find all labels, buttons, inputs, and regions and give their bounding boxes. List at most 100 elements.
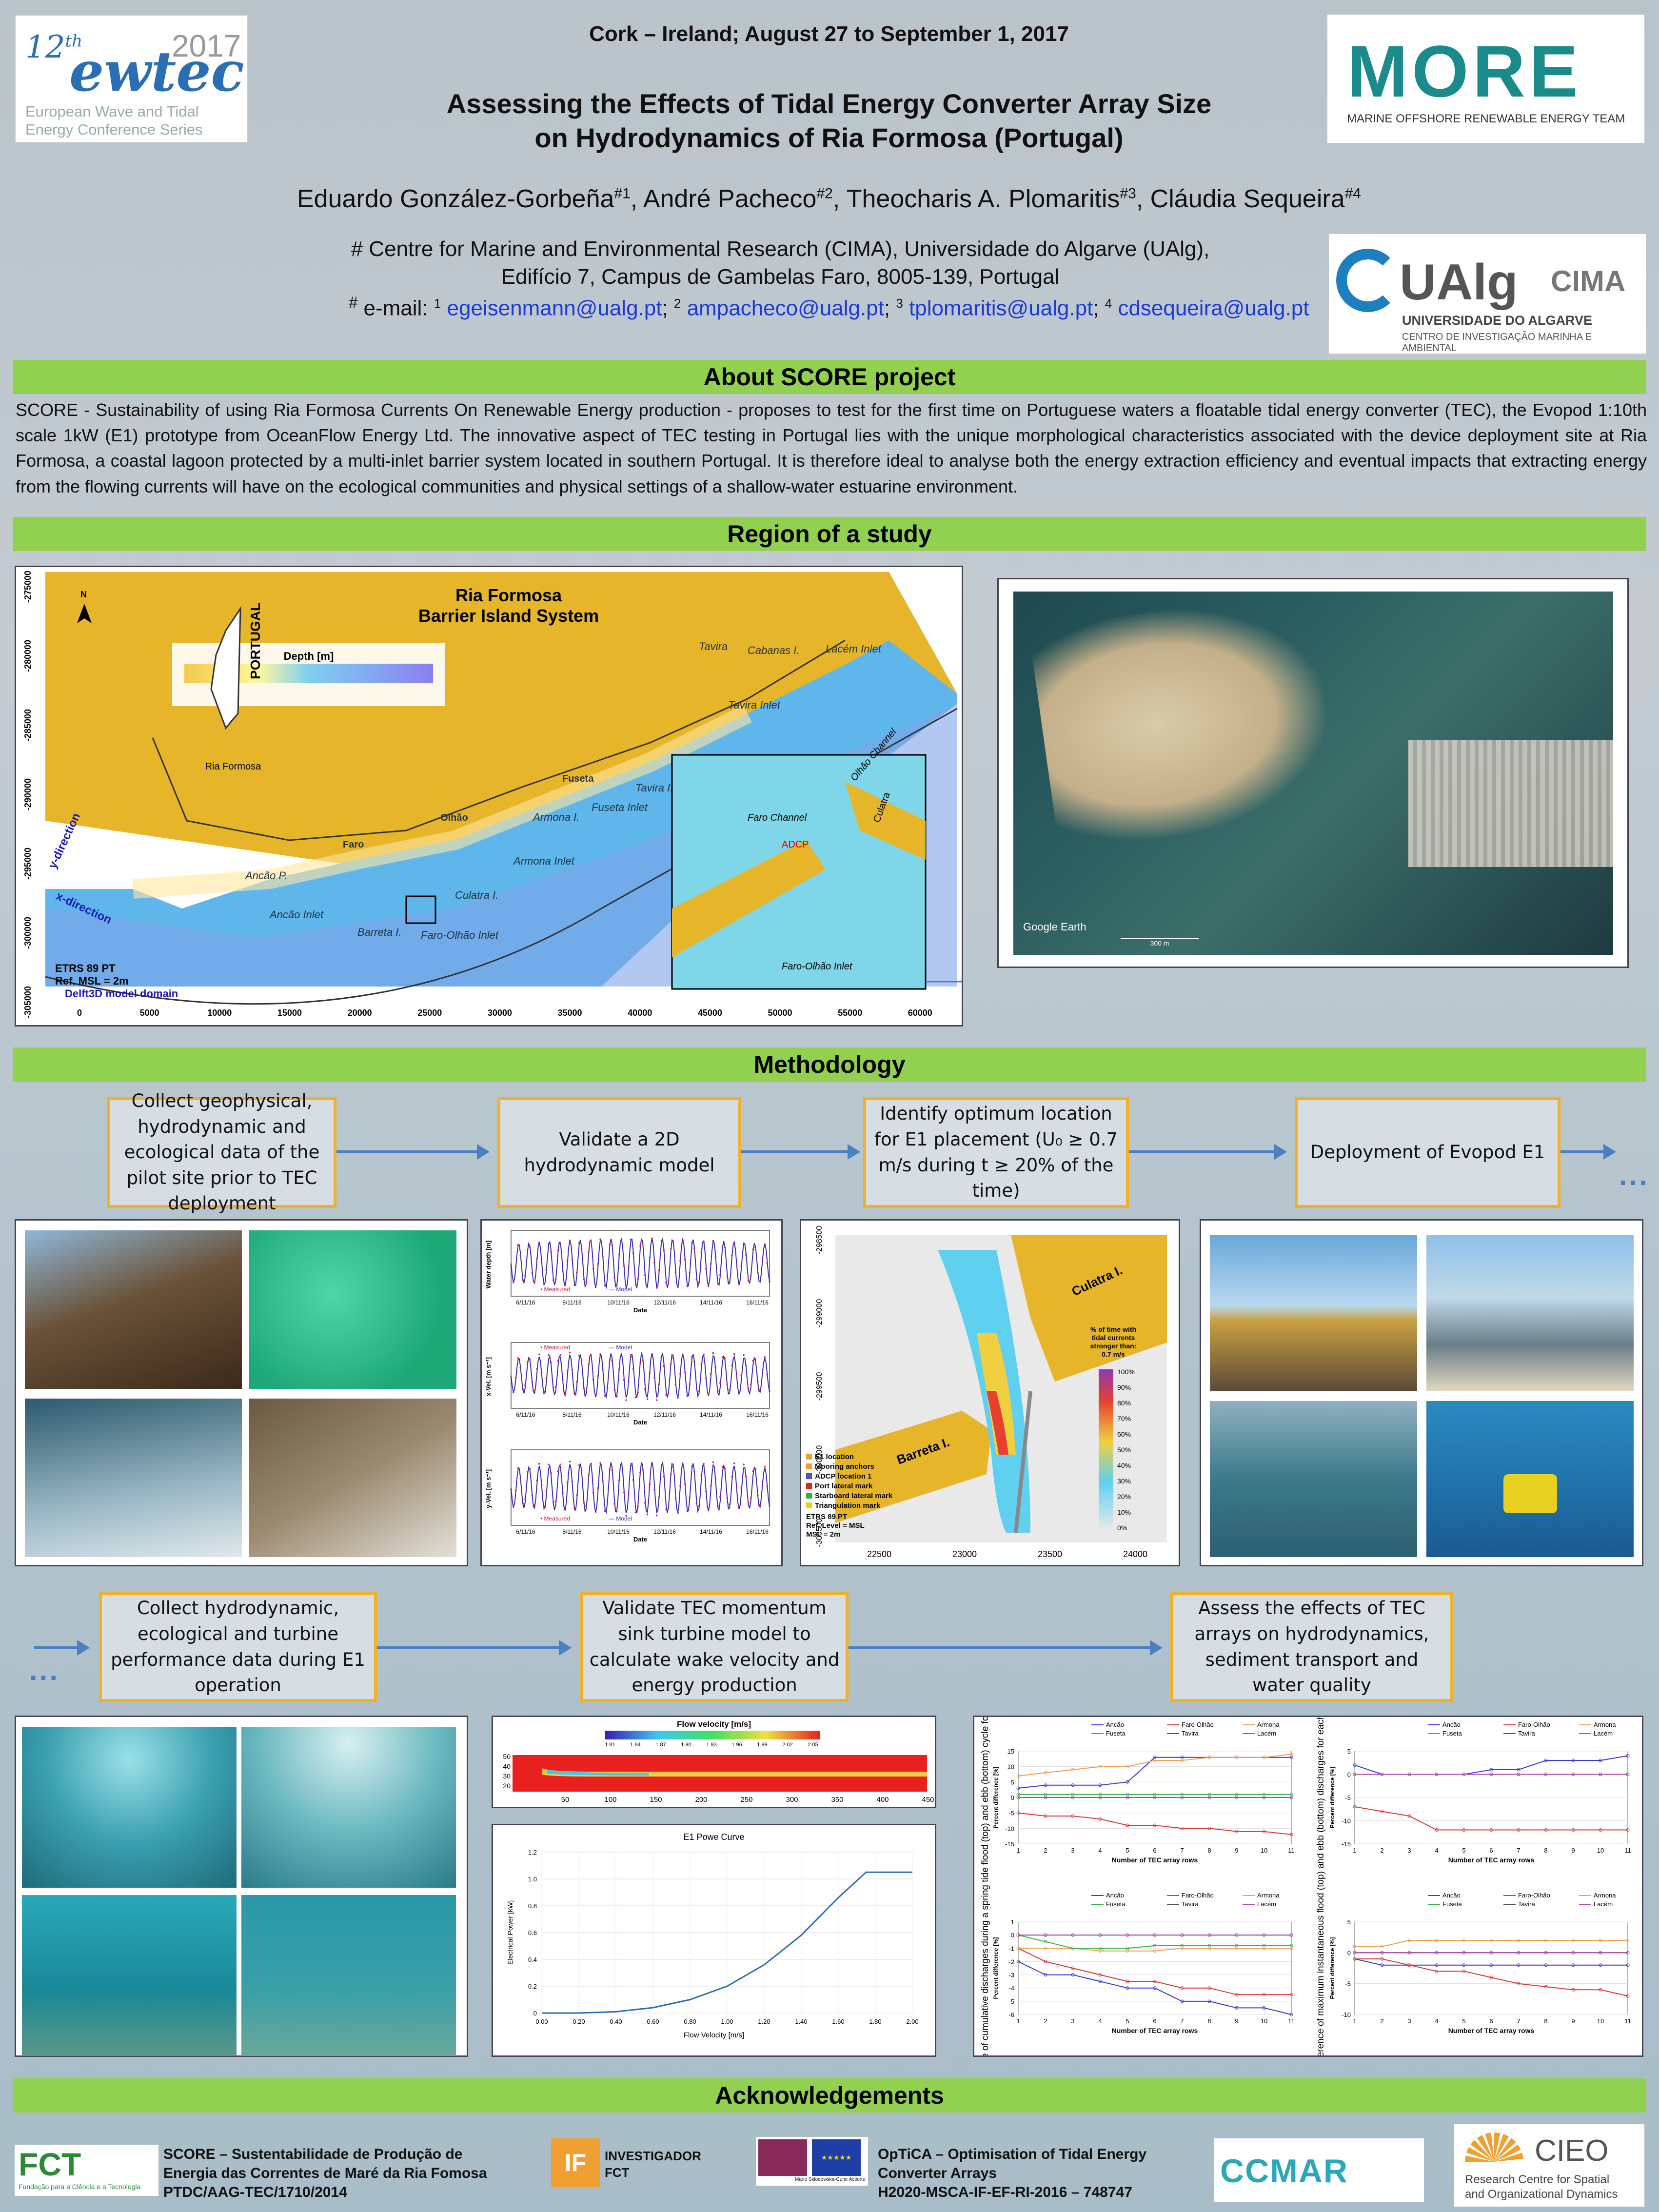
email-link-4[interactable]: cdsequeira@ualg.pt <box>1118 296 1309 320</box>
power-y-tick: 0.8 <box>528 1902 537 1910</box>
measured-point <box>637 1278 639 1280</box>
measured-point <box>665 1508 667 1511</box>
flow-arrow <box>849 1640 1163 1656</box>
measured-point <box>684 1371 686 1374</box>
series-legend-label: Ancão <box>1106 1721 1124 1728</box>
email-link-3[interactable]: tplomaritis@ualg.pt <box>909 296 1093 320</box>
measured-point <box>585 1505 587 1507</box>
measured-point <box>691 1356 693 1358</box>
svg-text:Fuseta Inlet: Fuseta Inlet <box>592 801 648 813</box>
measured-point <box>695 1279 698 1281</box>
results-y-tick: 0 <box>1347 1771 1351 1778</box>
measured-point <box>663 1249 665 1251</box>
power-y-tick: 0.6 <box>528 1929 537 1936</box>
pct-tick: 40% <box>1117 1462 1131 1469</box>
results-x-tick: 3 <box>1407 1847 1411 1854</box>
measured-point <box>693 1471 695 1473</box>
optica-funding: OpTiCA – Optimisation of Tidal Energy Co… <box>878 2146 1147 2200</box>
ccmar-logo: CCMAR <box>1214 2138 1424 2202</box>
acknowledgements-heading: Acknowledgements <box>13 2078 1646 2113</box>
velocity-cbar-tick: 1.96 <box>731 1742 742 1748</box>
velocity-x-tick: 250 <box>740 1796 752 1804</box>
if-logo: IF <box>551 2138 600 2187</box>
validation-x-tick: 6/11/16 <box>516 1299 535 1306</box>
measured-point <box>513 1281 514 1284</box>
measured-point <box>510 1488 512 1491</box>
ewtec-logo: 12th ewtec 2017 European Wave and Tidal … <box>15 15 248 143</box>
measured-point <box>557 1249 559 1251</box>
measured-point <box>752 1360 754 1362</box>
measured-point <box>552 1279 554 1281</box>
results-y-tick: 5 <box>1011 1778 1014 1786</box>
power-x-tick: 0.80 <box>684 2018 696 2025</box>
measured-point <box>510 1264 512 1266</box>
measured-point <box>609 1358 611 1361</box>
measured-point <box>660 1240 663 1242</box>
svg-text:Faro Channel: Faro Channel <box>748 812 807 823</box>
svg-text:Faro-Olhão Inlet: Faro-Olhão Inlet <box>421 929 499 941</box>
results-y-tick: -2 <box>1008 1958 1014 1965</box>
flow-arrow <box>336 1144 490 1160</box>
velocity-cbar-tick: 1.90 <box>681 1742 691 1748</box>
measured-point <box>639 1472 641 1474</box>
measured-point <box>552 1501 554 1503</box>
measured-point <box>604 1284 606 1287</box>
measured-point <box>740 1487 742 1489</box>
power-curve-title: E1 Powe Curve <box>683 1832 744 1842</box>
measured-point <box>733 1462 735 1464</box>
results-x-tick: 3 <box>1071 2017 1074 2025</box>
results-x-tick: 4 <box>1435 1847 1438 1854</box>
measured-point <box>695 1502 698 1504</box>
results-x-tick: 8 <box>1207 1847 1211 1854</box>
measured-point <box>623 1265 625 1267</box>
location-date: Cork – Ireland; August 27 to September 1… <box>589 22 1069 46</box>
about-text: SCORE - Sustainability of using Ria Form… <box>16 400 1647 496</box>
pct-tick: 80% <box>1117 1399 1131 1407</box>
measured-point <box>533 1504 535 1506</box>
measured-point <box>628 1380 630 1382</box>
measured-point <box>670 1363 672 1365</box>
measured-point <box>729 1503 731 1505</box>
measured-point <box>545 1377 548 1379</box>
sandbar <box>1028 590 1340 852</box>
measured-point <box>630 1464 632 1467</box>
photo-barge <box>1210 1401 1417 1557</box>
measured-point <box>761 1258 764 1260</box>
results-x-tick: 3 <box>1071 1847 1074 1854</box>
measured-point <box>578 1355 580 1357</box>
svg-text:Lacém Inlet: Lacém Inlet <box>826 643 882 655</box>
flow-arrow <box>1129 1144 1287 1160</box>
results-x-tick: 5 <box>1126 1847 1129 1854</box>
author-1: Eduardo González-Gorbeña <box>297 185 614 213</box>
map-x-tick: 30000 <box>488 1008 512 1018</box>
series-legend-label: Armona <box>1594 1892 1616 1899</box>
measured-point <box>548 1463 550 1466</box>
pct-tick: 90% <box>1117 1383 1131 1391</box>
validation-plots: Water depth [m] 6/11/16 8/11/16 10/11/16 12/… <box>480 1219 783 1566</box>
measured-point <box>602 1368 604 1371</box>
pre-deployment-photos <box>15 1219 468 1566</box>
results-x-tick: 9 <box>1571 2017 1575 2025</box>
measured-point <box>735 1374 738 1376</box>
pct-tick: 100% <box>1117 1368 1135 1376</box>
email-link-2[interactable]: ampacheco@ualg.pt <box>687 296 884 320</box>
measured-point <box>677 1286 679 1288</box>
map-y-tick: -290000 <box>23 778 33 810</box>
currents-y-tick: -299000 <box>815 1299 824 1328</box>
currents-x-tick: 23500 <box>1038 1549 1062 1559</box>
measured-point <box>738 1505 740 1507</box>
measured-point <box>653 1489 655 1491</box>
measured-point <box>764 1356 766 1358</box>
measured-point <box>743 1242 745 1244</box>
results-x-tick: 4 <box>1435 2017 1438 2025</box>
measured-point <box>674 1497 677 1499</box>
pct-tick: 50% <box>1117 1446 1131 1454</box>
email-link-1[interactable]: egeisenmann@ualg.pt <box>447 296 662 320</box>
results-plot-frame <box>1354 1921 1628 2015</box>
results-y-tick: -1 <box>1008 1945 1014 1952</box>
measured-point <box>769 1281 770 1283</box>
measured-point <box>606 1386 609 1389</box>
svg-text:Armona Inlet: Armona Inlet <box>513 855 575 867</box>
velocity-cbar-tick: 1.84 <box>630 1742 640 1748</box>
measured-point <box>576 1272 578 1274</box>
